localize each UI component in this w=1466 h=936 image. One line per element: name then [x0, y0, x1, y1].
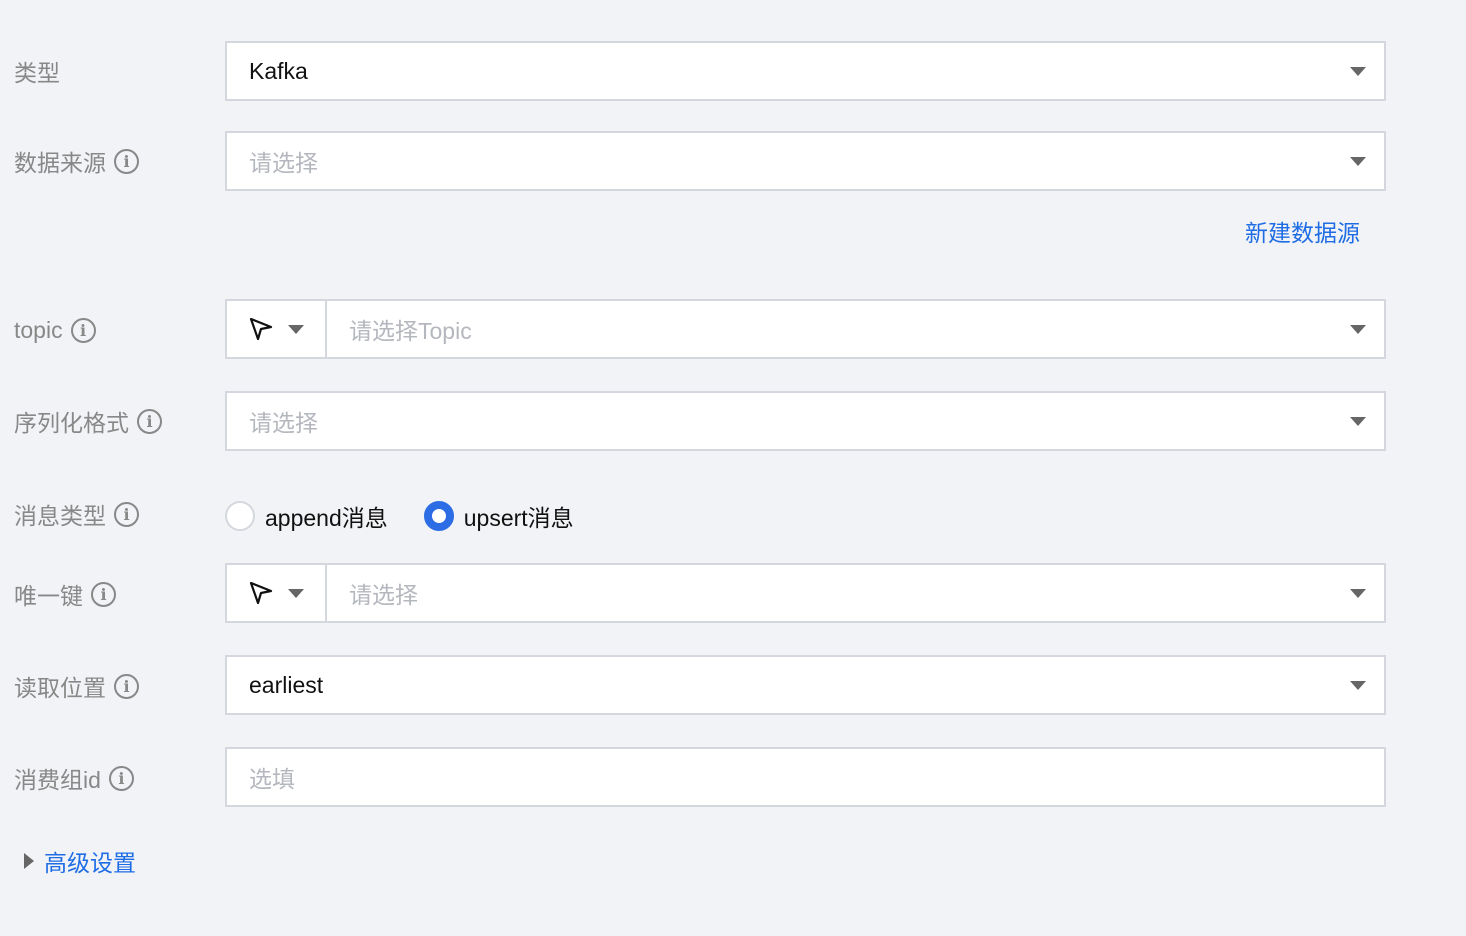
type-select[interactable]: Kafka: [225, 41, 1386, 101]
consumer-group-label: 消费组id i: [14, 758, 134, 798]
caret-right-icon: [24, 853, 34, 869]
chevron-down-icon: [1350, 156, 1366, 166]
info-icon[interactable]: i: [108, 765, 134, 791]
serialization-placeholder: 请选择: [249, 410, 318, 436]
info-icon[interactable]: i: [114, 501, 139, 527]
cursor-arrow-icon: [249, 317, 273, 341]
chevron-down-icon: [288, 324, 304, 334]
consumer-group-input[interactable]: 选填: [225, 747, 1386, 807]
serialization-label-text: 序列化格式: [14, 410, 129, 436]
unique-key-label-text: 唯一键: [14, 583, 83, 609]
topic-mode-select[interactable]: [227, 301, 327, 357]
consumer-group-placeholder: 选填: [249, 766, 295, 792]
radio-upsert[interactable]: [423, 501, 454, 531]
read-position-label-text: 读取位置: [14, 675, 106, 701]
radio-append[interactable]: [225, 501, 255, 531]
chevron-down-icon: [1350, 66, 1366, 76]
radio-upsert-label[interactable]: upsert消息: [464, 499, 574, 533]
serialization-select[interactable]: 请选择: [225, 391, 1386, 451]
topic-select[interactable]: 请选择Topic: [225, 299, 1386, 359]
new-datasource-link[interactable]: 新建数据源: [1245, 214, 1360, 248]
serialization-label: 序列化格式 i: [14, 401, 162, 441]
message-type-radio-group: append消息 upsert消息: [225, 496, 574, 536]
topic-label: topic i: [14, 310, 96, 350]
unique-key-placeholder: 请选择: [349, 582, 418, 608]
type-label-text: 类型: [14, 60, 60, 86]
type-label: 类型: [14, 51, 60, 91]
unique-key-label: 唯一键 i: [14, 574, 116, 614]
message-type-label-text: 消息类型: [14, 503, 106, 529]
datasource-label-text: 数据来源: [14, 150, 106, 176]
unique-key-mode-select[interactable]: [227, 565, 327, 621]
read-position-value: earliest: [249, 671, 324, 698]
read-position-label: 读取位置 i: [14, 666, 139, 706]
consumer-group-label-text: 消费组id: [14, 767, 101, 793]
advanced-settings-toggle[interactable]: 高级设置: [24, 841, 136, 881]
info-icon[interactable]: i: [114, 673, 139, 699]
topic-label-text: topic: [14, 316, 63, 343]
datasource-select[interactable]: 请选择: [225, 131, 1386, 191]
info-icon[interactable]: i: [137, 408, 162, 434]
datasource-placeholder: 请选择: [249, 150, 318, 176]
cursor-arrow-icon: [249, 581, 273, 605]
read-position-select[interactable]: earliest: [225, 655, 1386, 715]
info-icon[interactable]: i: [114, 148, 139, 174]
chevron-down-icon: [1350, 588, 1366, 598]
chevron-down-icon: [288, 588, 304, 598]
info-icon[interactable]: i: [70, 317, 96, 343]
chevron-down-icon: [1350, 680, 1366, 690]
chevron-down-icon: [1350, 416, 1366, 426]
info-icon[interactable]: i: [91, 581, 116, 607]
chevron-down-icon: [1350, 324, 1366, 334]
unique-key-select[interactable]: 请选择: [225, 563, 1386, 623]
advanced-settings-link[interactable]: 高级设置: [44, 844, 136, 878]
radio-append-label[interactable]: append消息: [265, 499, 388, 533]
topic-placeholder: 请选择Topic: [349, 318, 472, 344]
message-type-label: 消息类型 i: [14, 494, 139, 534]
datasource-label: 数据来源 i: [14, 141, 139, 181]
type-select-value: Kafka: [249, 57, 308, 84]
